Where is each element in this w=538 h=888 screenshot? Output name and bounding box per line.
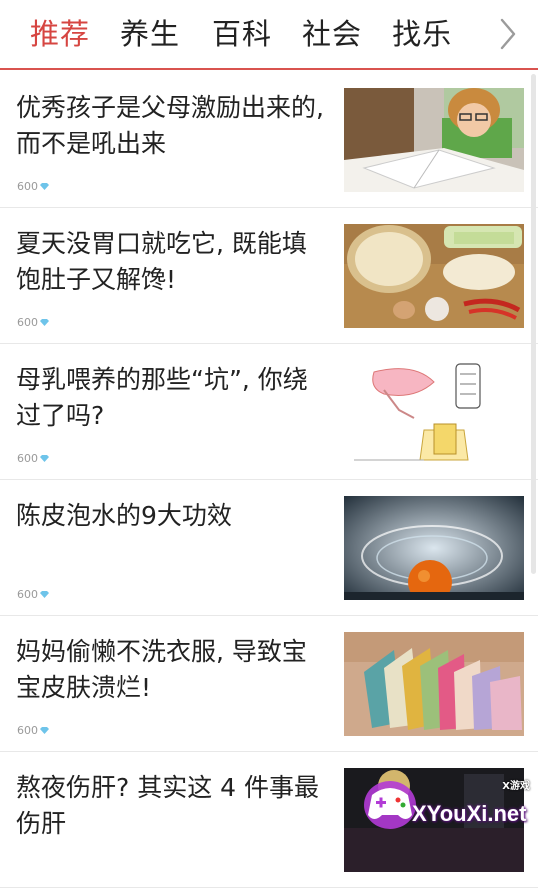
watermark-site: XYouXi.net bbox=[412, 801, 527, 827]
tab-encyclopedia[interactable]: 百科 bbox=[212, 0, 272, 69]
diamond-icon bbox=[40, 183, 49, 190]
tab-fun[interactable]: 找乐 bbox=[392, 0, 452, 69]
diamond-icon bbox=[40, 591, 49, 598]
diamond-icon bbox=[40, 727, 49, 734]
article-title: 母乳喂养的那些“坑”, 你绕过了吗? bbox=[16, 362, 331, 434]
noodles-and-vegetables-image bbox=[344, 224, 524, 328]
view-count: 600 bbox=[17, 180, 38, 193]
article-meta: 600 bbox=[17, 316, 49, 329]
article-title: 熬夜伤肝? 其实这 4 件事最伤肝 bbox=[16, 770, 331, 842]
watermark-small-label: X游戏 bbox=[502, 777, 530, 792]
view-count: 600 bbox=[17, 724, 38, 737]
scrollbar[interactable] bbox=[531, 74, 536, 574]
article-feed[interactable]: 优秀孩子是父母激励出来的, 而不是吼出来 600 夏天没胃口就吃它, 既能填饱肚 bbox=[0, 72, 538, 888]
gamepad-logo-icon bbox=[360, 771, 420, 835]
article-meta: 600 bbox=[17, 452, 49, 465]
article-title: 夏天没胃口就吃它, 既能填饱肚子又解馋! bbox=[16, 226, 331, 298]
article-meta: 600 bbox=[17, 180, 49, 193]
article-thumbnail bbox=[344, 224, 524, 328]
tab-recommend[interactable]: 推荐 bbox=[30, 0, 90, 69]
article-title: 陈皮泡水的9大功效 bbox=[16, 498, 331, 534]
article-item[interactable]: 母乳喂养的那些“坑”, 你绕过了吗? 600 bbox=[0, 344, 538, 480]
article-item[interactable]: 妈妈偷懒不洗衣服, 导致宝宝皮肤溃烂! 600 bbox=[0, 616, 538, 752]
article-meta: 600 bbox=[17, 588, 49, 601]
article-thumbnail bbox=[344, 88, 524, 192]
article-title: 妈妈偷懒不洗衣服, 导致宝宝皮肤溃烂! bbox=[16, 634, 331, 706]
diamond-icon bbox=[40, 319, 49, 326]
article-meta: 600 bbox=[17, 724, 49, 737]
child-reading-book-image bbox=[344, 88, 524, 192]
category-tab-bar: 推荐 养生 百科 社会 找乐 bbox=[0, 0, 538, 70]
cartoon-illustration-image bbox=[344, 360, 524, 464]
article-item[interactable]: 优秀孩子是父母激励出来的, 而不是吼出来 600 bbox=[0, 72, 538, 208]
tab-health[interactable]: 养生 bbox=[120, 0, 180, 69]
diamond-icon bbox=[40, 455, 49, 462]
chevron-right-icon bbox=[498, 17, 518, 51]
article-item[interactable]: 陈皮泡水的9大功效 600 bbox=[0, 480, 538, 616]
article-thumbnail bbox=[344, 496, 524, 600]
article-item[interactable]: 夏天没胃口就吃它, 既能填饱肚子又解馋! 600 bbox=[0, 208, 538, 344]
more-tabs-button[interactable] bbox=[478, 0, 538, 68]
tab-society[interactable]: 社会 bbox=[302, 0, 362, 69]
article-thumbnail bbox=[344, 632, 524, 736]
folded-clothes-image bbox=[344, 632, 524, 736]
view-count: 600 bbox=[17, 452, 38, 465]
view-count: 600 bbox=[17, 588, 38, 601]
article-title: 优秀孩子是父母激励出来的, 而不是吼出来 bbox=[16, 90, 331, 162]
orange-in-water-image bbox=[344, 496, 524, 600]
article-thumbnail bbox=[344, 360, 524, 464]
view-count: 600 bbox=[17, 316, 38, 329]
watermark: X游戏 XYouXi.net bbox=[360, 771, 538, 835]
